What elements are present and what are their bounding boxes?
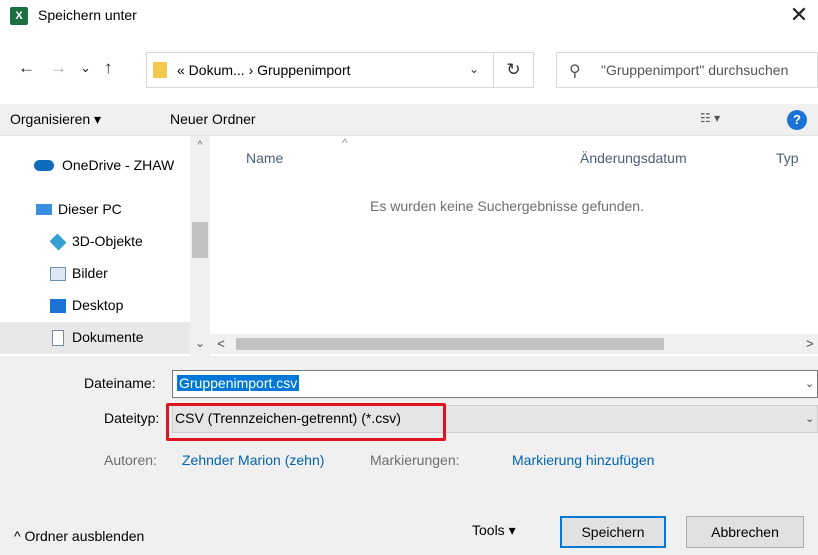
tags-label: Markierungen:	[370, 452, 460, 468]
picture-icon	[50, 267, 66, 281]
search-placeholder: "Gruppenimport" durchsuchen	[601, 62, 789, 78]
folder-icon	[153, 62, 167, 78]
sidebar-item-3d-objects[interactable]: 3D-Objekte	[0, 226, 190, 258]
filetype-label: Dateityp:	[104, 410, 160, 426]
navigation-pane: OneDrive - ZHAW Dieser PC 3D-Objekte Bil…	[0, 136, 210, 356]
command-toolbar: Organisieren ▾ Neuer Ordner ☷ ▾ ?	[0, 104, 818, 136]
title-bar: X Speichern unter ✕	[0, 0, 818, 32]
cube-icon	[49, 233, 67, 251]
tools-button[interactable]: Tools ▾	[472, 522, 516, 539]
hide-folders-button[interactable]: ^ Ordner ausblenden	[14, 528, 144, 544]
authors-link[interactable]: Zehnder Marion (zehn)	[182, 452, 324, 468]
sidebar-item-desktop[interactable]: Desktop	[0, 290, 190, 322]
breadcrumb[interactable]: « Dokum... › Gruppenimport	[177, 62, 351, 78]
excel-icon: X	[10, 7, 28, 25]
horizontal-scrollbar[interactable]: < >	[210, 334, 818, 354]
filename-label: Dateiname:	[84, 375, 156, 391]
forward-button[interactable]: →	[50, 58, 67, 78]
sidebar-item-label: Bilder	[72, 265, 108, 281]
sort-ascending-icon: ^	[342, 136, 348, 150]
up-button[interactable]: ↑	[104, 58, 113, 78]
add-tag-link[interactable]: Markierung hinzufügen	[512, 452, 654, 468]
back-button[interactable]: ←	[18, 58, 35, 78]
sidebar-item-label: OneDrive - ZHAW	[62, 157, 175, 173]
save-form: Dateiname: Gruppenimport.csv ⌄ Dateityp:…	[0, 356, 818, 555]
sidebar-item-onedrive[interactable]: OneDrive - ZHAW	[0, 150, 190, 182]
scroll-left-icon[interactable]: <	[210, 336, 232, 351]
column-header-name[interactable]: Name	[246, 150, 283, 166]
filename-field[interactable]: Gruppenimport.csv ⌄	[172, 370, 818, 398]
sidebar-scrollbar[interactable]: ^ ⌄	[190, 136, 210, 356]
window-title: Speichern unter	[38, 7, 137, 23]
empty-results-message: Es wurden keine Suchergebnisse gefunden.	[370, 198, 644, 214]
scroll-right-icon[interactable]: >	[806, 336, 814, 351]
recent-locations-button[interactable]: ⌄	[80, 60, 91, 76]
computer-icon	[36, 204, 52, 215]
scroll-down-icon[interactable]: ⌄	[190, 336, 210, 350]
scroll-up-icon[interactable]: ^	[190, 140, 210, 151]
sidebar-item-label: Desktop	[72, 297, 124, 313]
address-bar[interactable]: « Dokum... › Gruppenimport ⌄	[146, 52, 494, 88]
refresh-button[interactable]: ↻	[494, 52, 534, 88]
sidebar-item-label: 3D-Objekte	[72, 233, 143, 249]
organize-button[interactable]: Organisieren ▾	[10, 111, 101, 128]
cloud-icon	[34, 160, 54, 171]
authors-label: Autoren:	[104, 452, 157, 468]
sidebar-item-this-pc[interactable]: Dieser PC	[0, 194, 190, 226]
save-button[interactable]: Speichern	[560, 516, 666, 548]
sidebar-item-label: Dokumente	[72, 329, 144, 345]
address-dropdown-button[interactable]: ⌄	[469, 62, 479, 76]
help-icon[interactable]: ?	[787, 110, 807, 130]
sidebar-item-label: Dieser PC	[58, 201, 122, 217]
filename-value[interactable]: Gruppenimport.csv	[177, 375, 300, 391]
sidebar-item-documents[interactable]: Dokumente	[0, 322, 190, 354]
sidebar-item-pictures[interactable]: Bilder	[0, 258, 190, 290]
document-icon	[52, 330, 64, 346]
scrollbar-thumb[interactable]	[236, 338, 664, 350]
desktop-icon	[50, 299, 66, 313]
highlight-annotation	[166, 403, 446, 441]
view-options-button[interactable]: ☷ ▾	[700, 111, 720, 125]
chevron-down-icon[interactable]: ⌄	[805, 412, 814, 425]
close-button[interactable]: ✕	[780, 0, 818, 32]
column-header-type[interactable]: Typ	[776, 150, 799, 166]
new-folder-button[interactable]: Neuer Ordner	[170, 111, 256, 127]
column-header-date[interactable]: Änderungsdatum	[580, 150, 687, 166]
chevron-down-icon[interactable]: ⌄	[805, 377, 814, 390]
search-input[interactable]: ⚲ "Gruppenimport" durchsuchen	[556, 52, 818, 88]
scrollbar-thumb[interactable]	[192, 222, 208, 258]
search-icon: ⚲	[569, 63, 581, 80]
cancel-button[interactable]: Abbrechen	[686, 516, 804, 548]
file-list[interactable]: Name ^ Änderungsdatum Typ Es wurden kein…	[210, 136, 818, 356]
